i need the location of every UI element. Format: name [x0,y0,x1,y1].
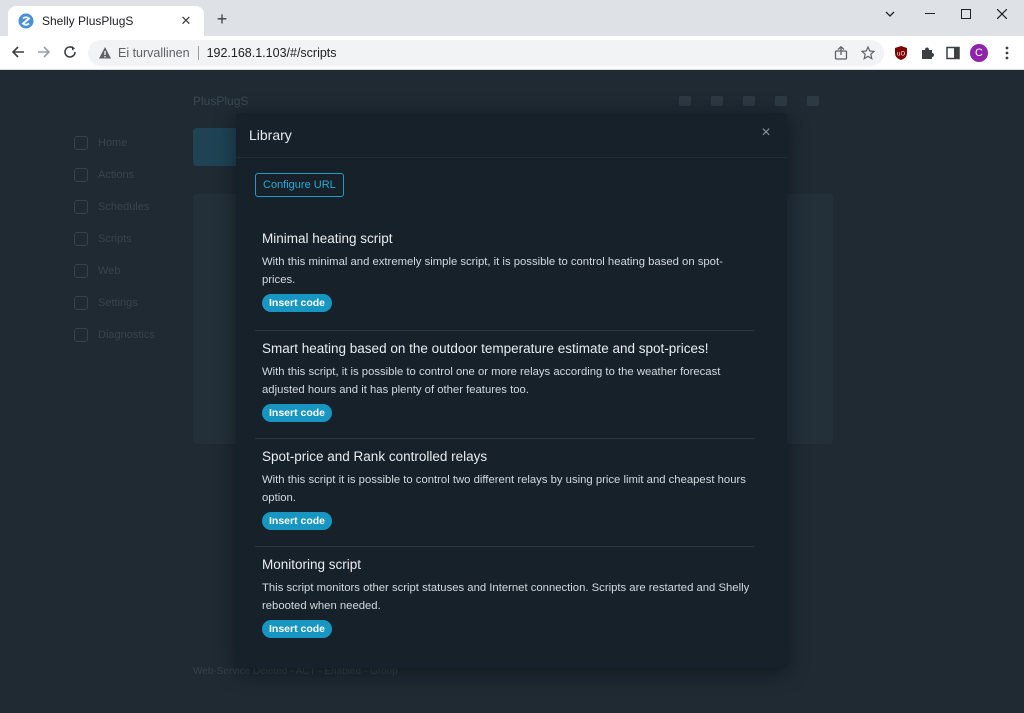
insert-code-button[interactable]: Insert code [262,512,333,530]
address-bar[interactable]: Ei turvallinen 192.168.1.103/#/scripts [88,40,884,66]
url-text[interactable]: 192.168.1.103/#/scripts [207,46,337,60]
scripts-icon [74,232,88,246]
insecure-label[interactable]: Ei turvallinen [118,46,190,60]
minimize-icon[interactable] [910,0,950,28]
browser-menu-icon[interactable] [998,44,1016,62]
library-modal: Library × Configure URL Minimal heating … [236,113,787,668]
tab-search-icon[interactable] [870,0,910,28]
modal-header: Library × [236,113,787,158]
entry-divider [255,546,754,547]
topbar-icon [679,96,691,106]
library-entry: Monitoring script This script monitors o… [262,557,754,638]
address-separator [197,46,199,60]
sidebar-item-settings: Settings [74,296,138,310]
tab-close-icon[interactable]: ✕ [178,13,194,29]
shelly-favicon-icon [18,13,34,29]
sidebar-item-diagnostics: Diagnostics [74,328,155,342]
reload-icon[interactable] [60,42,80,62]
entry-description: With this minimal and extremely simple s… [262,256,723,286]
diagnostics-icon [74,328,88,342]
new-tab-button[interactable]: + [212,9,232,29]
web-icon [74,264,88,278]
entry-title: Smart heating based on the outdoor tempe… [262,341,709,356]
topbar-icon [711,96,723,106]
device-title: PlusPlugS [193,94,249,108]
topbar-icon [807,96,819,106]
schedules-icon [74,200,88,214]
insert-code-button[interactable]: Insert code [262,294,333,312]
entry-title: Minimal heating script [262,231,393,246]
svg-text:uO: uO [897,51,906,58]
back-arrow-icon[interactable] [8,42,28,62]
topbar-icon [743,96,755,106]
window-close-icon[interactable] [982,0,1022,28]
library-entry: Minimal heating script With this minimal… [262,231,754,312]
share-icon[interactable] [833,45,849,61]
entry-title: Monitoring script [262,557,362,572]
side-panel-icon[interactable] [944,44,962,62]
library-entry: Spot-price and Rank controlled relays Wi… [262,449,754,530]
configure-url-button[interactable]: Configure URL [255,173,344,197]
sidebar-item-actions: Actions [74,168,134,182]
home-icon [74,136,88,150]
sidebar-item-web: Web [74,264,120,278]
entry-description: With this script, it is possible to cont… [262,366,721,396]
modal-close-icon[interactable]: × [759,125,773,141]
settings-icon [74,296,88,310]
sidebar-item-schedules: Schedules [74,200,149,214]
extensions-puzzle-icon[interactable] [918,44,936,62]
forward-arrow-icon[interactable] [34,42,54,62]
insert-code-button[interactable]: Insert code [262,620,333,638]
library-entry: Smart heating based on the outdoor tempe… [262,341,754,422]
sidebar-item-scripts: Scripts [74,232,132,246]
entry-title: Spot-price and Rank controlled relays [262,449,488,464]
tab-title: Shelly PlusPlugS [42,14,134,28]
entry-description: With this script it is possible to contr… [262,474,746,504]
sidebar-item-home: Home [74,136,127,150]
warning-icon[interactable] [98,46,112,60]
browser-tabbar: Shelly PlusPlugS ✕ + [0,0,1024,36]
topbar-icon [775,96,787,106]
entry-divider [255,438,754,439]
actions-icon [74,168,88,182]
entry-description: This script monitors other script status… [262,582,750,612]
profile-avatar[interactable]: C [970,44,988,62]
maximize-icon[interactable] [946,0,986,28]
ublock-extension-icon[interactable]: uO [892,44,910,62]
entry-divider [255,330,754,331]
modal-title: Library [249,127,292,143]
browser-tab[interactable]: Shelly PlusPlugS ✕ [8,6,204,36]
bookmark-star-icon[interactable] [860,45,876,61]
insert-code-button[interactable]: Insert code [262,404,333,422]
